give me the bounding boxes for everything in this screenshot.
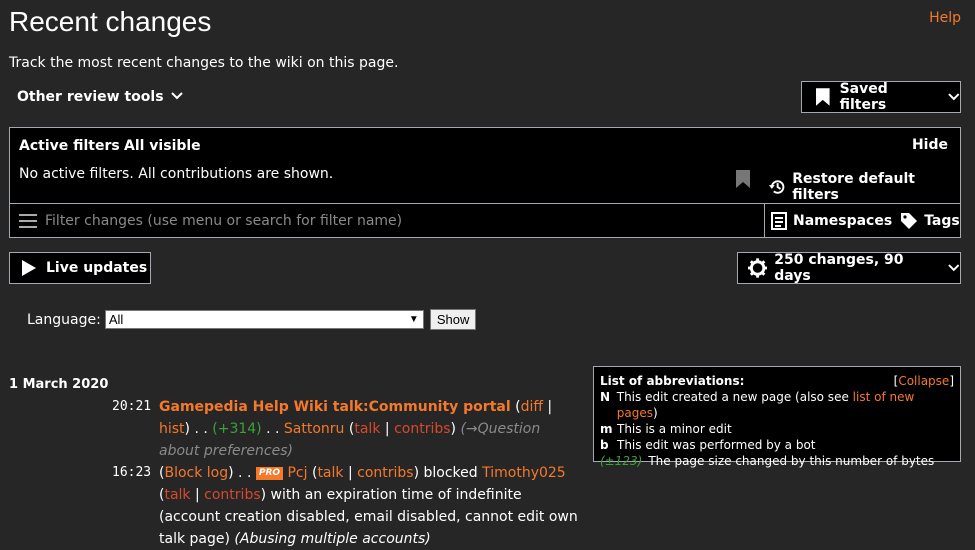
block-log-link[interactable]: Block log: [164, 465, 228, 481]
changes-limit-label: 250 changes, 90 days: [774, 252, 904, 284]
user-link[interactable]: Sattonru: [284, 421, 345, 437]
abbreviation-key: (±123): [600, 454, 643, 468]
help-link[interactable]: Help: [929, 10, 961, 26]
change-entry: 16:23 (Block log) . . PRO Pcj (talk | co…: [112, 462, 582, 550]
saved-filters-button[interactable]: Saved filters: [801, 81, 961, 113]
history-icon: [768, 180, 785, 194]
show-button[interactable]: Show: [429, 309, 477, 330]
filter-bar: Namespaces Tags: [9, 203, 961, 238]
live-updates-button[interactable]: Live updates: [9, 252, 151, 284]
user-talk-link[interactable]: talk: [317, 465, 343, 481]
abbreviation-text: This edit created a new page (also see: [616, 390, 853, 404]
abbreviation-text: This is a minor edit: [617, 422, 732, 436]
abbreviation-text: This edit was performed by a bot: [617, 438, 816, 452]
other-review-tools-label: Other review tools: [17, 89, 164, 105]
changes-limit-button[interactable]: 250 changes, 90 days: [737, 252, 961, 284]
chevron-down-icon: [948, 93, 960, 101]
active-filters-panel: Active filters All visible Hide No activ…: [9, 127, 961, 204]
hide-filters-link[interactable]: Hide: [912, 137, 948, 153]
abbreviation-text: The page size changed by this number of …: [648, 454, 935, 468]
document-icon: [771, 211, 787, 230]
user-talk-link[interactable]: talk: [354, 421, 380, 437]
namespaces-label: Namespaces: [793, 212, 893, 229]
collapse-link[interactable]: Collapse: [898, 374, 949, 388]
play-icon: [22, 260, 36, 276]
abbreviation-key: m: [600, 422, 613, 436]
target-contribs-link[interactable]: contribs: [204, 487, 260, 503]
abbreviations-legend: List of abbreviations: [Collapse] N This…: [593, 366, 961, 468]
abbreviation-row: N This edit created a new page (also see…: [600, 390, 915, 420]
bookmark-icon[interactable]: [736, 170, 750, 188]
page-title: Recent changes: [9, 6, 212, 37]
log-action: blocked: [423, 465, 478, 481]
collapse-toggle[interactable]: [Collapse]: [894, 373, 954, 389]
target-user-link[interactable]: Timothy025: [482, 465, 566, 481]
saved-filters-label: Saved filters: [839, 81, 888, 113]
user-link[interactable]: Pcj: [287, 465, 307, 481]
change-entry: 20:21 Gamepedia Help Wiki talk:Community…: [112, 396, 582, 462]
language-selected-value: All: [108, 312, 124, 327]
abbreviation-row: (±123) The page size changed by this num…: [600, 453, 954, 469]
namespace-tags-section: Namespaces Tags: [764, 204, 961, 237]
abbreviation-row: m This is a minor edit: [600, 421, 954, 437]
bookmark-icon: [816, 88, 830, 106]
abbreviation-key: b: [600, 438, 609, 452]
abbreviation-key: N: [600, 390, 611, 404]
diff-link[interactable]: diff: [521, 399, 543, 415]
user-contribs-link[interactable]: contribs: [357, 465, 413, 481]
language-select[interactable]: All ▼: [104, 310, 424, 329]
all-visible-label: All visible: [124, 138, 201, 154]
chevron-down-icon: [171, 92, 184, 100]
dropdown-arrow-icon: ▼: [408, 314, 419, 325]
active-filters-label: Active filters: [19, 138, 120, 154]
entry-time: 16:23: [112, 465, 152, 480]
tag-icon: [901, 212, 918, 229]
entry-time: 20:21: [112, 399, 152, 414]
target-talk-link[interactable]: talk: [164, 487, 190, 503]
filter-search-input[interactable]: [45, 209, 755, 233]
abbreviation-row: b This edit was performed by a bot: [600, 437, 954, 453]
pro-badge: PRO: [255, 467, 284, 480]
language-label: Language:: [27, 311, 101, 328]
other-review-tools-dropdown[interactable]: Other review tools: [17, 89, 184, 105]
namespaces-button[interactable]: Namespaces: [771, 211, 893, 230]
tags-label: Tags: [924, 212, 960, 229]
size-change: (+314): [212, 421, 262, 437]
date-heading: 1 March 2020: [9, 377, 109, 392]
gear-icon: [748, 258, 768, 278]
block-reason: (Abusing multiple accounts): [234, 531, 431, 547]
page-subtitle: Track the most recent changes to the wik…: [9, 55, 399, 71]
language-row: Language: All ▼ Show: [27, 309, 477, 330]
live-updates-label: Live updates: [46, 260, 148, 276]
restore-default-filters-label: Restore default filters: [792, 171, 915, 203]
hist-link[interactable]: hist: [159, 421, 185, 437]
chevron-down-icon: [948, 264, 960, 272]
menu-icon[interactable]: [19, 214, 37, 228]
tags-button[interactable]: Tags: [900, 212, 960, 230]
page-link[interactable]: Gamepedia Help Wiki talk:Community porta…: [159, 399, 511, 415]
no-filters-message: No active filters. All contributions are…: [19, 166, 334, 182]
restore-default-filters-button[interactable]: Restore default filters: [768, 171, 960, 203]
user-contribs-link[interactable]: contribs: [394, 421, 450, 437]
